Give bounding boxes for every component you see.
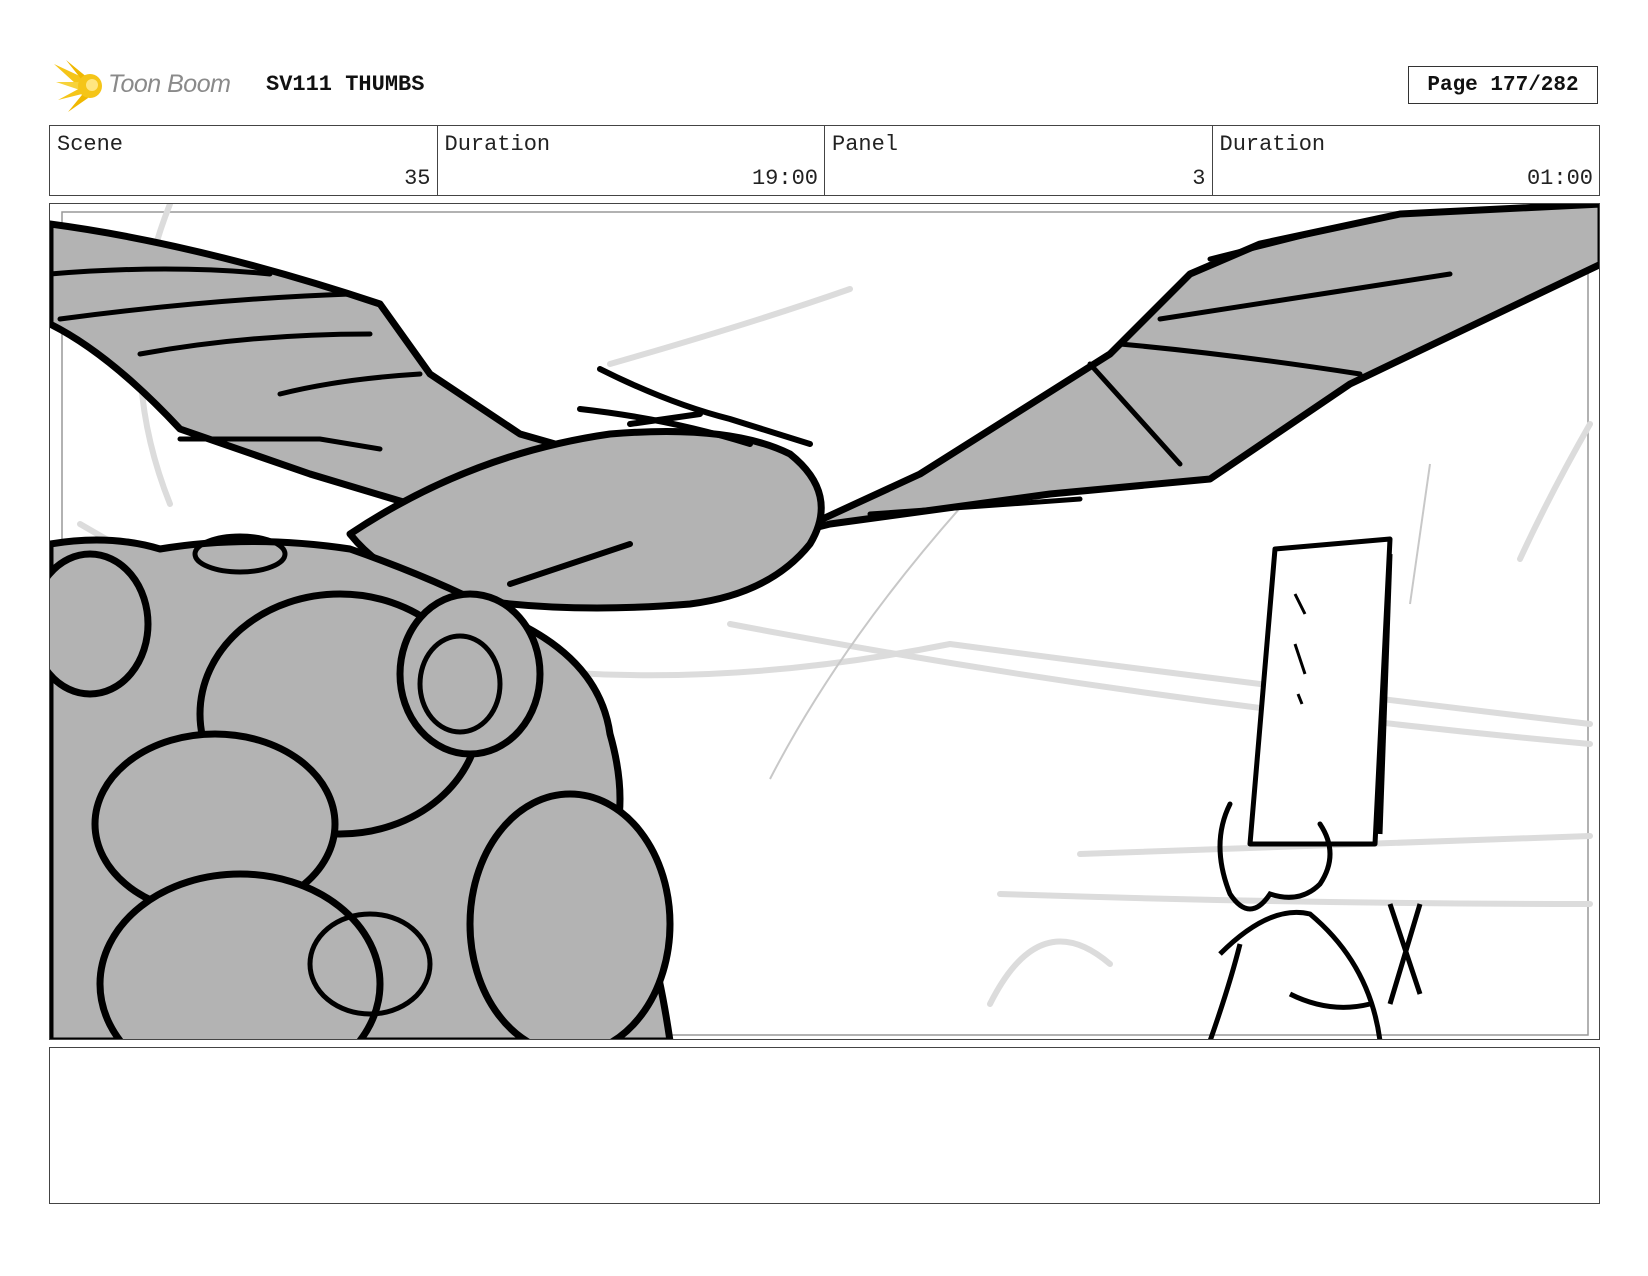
robot-limbs: [50, 550, 674, 1039]
panel-duration-value: 01:00: [1526, 166, 1593, 191]
scene-value: 35: [404, 166, 431, 191]
scene-duration-cell: Duration 19:00: [438, 126, 825, 195]
panel-notes-box: [49, 1047, 1600, 1204]
scene-duration-value: 19:00: [751, 166, 818, 191]
panel-duration-label: Duration: [1219, 132, 1326, 157]
panel-label: Panel: [832, 132, 899, 157]
starburst-logo-icon: [54, 60, 102, 112]
scene-info-row: Scene 35 Duration 19:00 Panel 3 Duration…: [49, 125, 1600, 196]
scene-label: Scene: [57, 132, 124, 157]
panel-value: 3: [1192, 166, 1206, 191]
page-indicator: Page 177/282: [1408, 66, 1598, 104]
scene-cell: Scene 35: [50, 126, 438, 195]
phone-device: [1247, 536, 1393, 847]
storyboard-panel: [49, 203, 1600, 1040]
logo-text: Toon Boom: [108, 70, 231, 98]
baby-arm: [1218, 909, 1383, 1039]
baby-with-phone: [1208, 536, 1423, 1039]
scene-duration-label: Duration: [444, 132, 551, 157]
panel-cell: Panel 3: [825, 126, 1213, 195]
panel-duration-cell: Duration 01:00: [1213, 126, 1600, 195]
toon-boom-logo: Toon Boom: [54, 60, 254, 112]
storyboard-sketch: [50, 204, 1599, 1039]
dragon-right-wing: [786, 204, 1599, 538]
document-title: SV111 THUMBS: [266, 72, 425, 97]
